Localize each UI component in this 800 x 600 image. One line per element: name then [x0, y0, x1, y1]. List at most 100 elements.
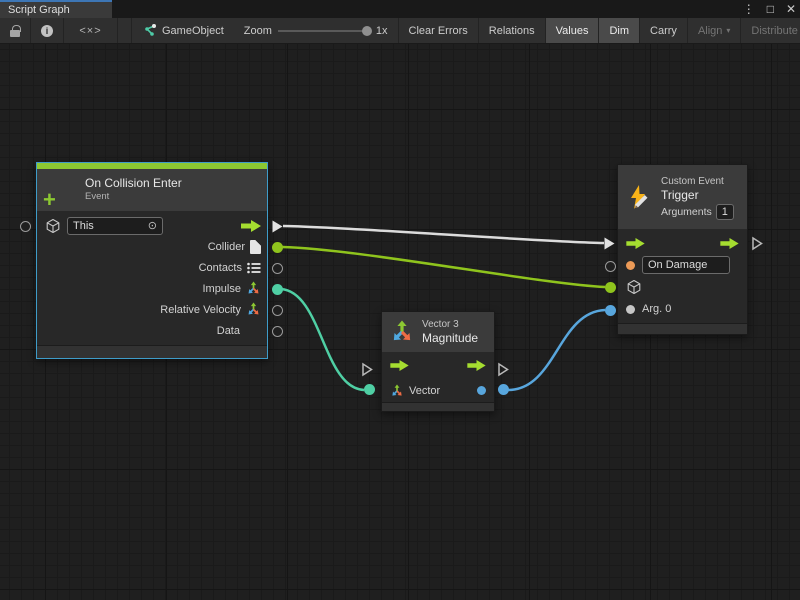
node-category: Custom Event: [661, 175, 734, 188]
node-subtitle: Event: [85, 191, 182, 203]
vector3-icon: [390, 320, 414, 344]
arguments-count-field[interactable]: 1: [716, 204, 734, 220]
port-label-data: Data: [217, 325, 240, 337]
port-flow-out-trigger[interactable]: [751, 236, 764, 251]
wire-collider-to-target[interactable]: [282, 247, 605, 287]
port-collider-out-connected[interactable]: [272, 242, 283, 253]
dim-toggle[interactable]: Dim: [599, 18, 640, 43]
flow-output-arrow-icon: [720, 238, 739, 249]
collision-event-icon: +: [46, 175, 76, 205]
window-controls: ⋮ □ ✕: [743, 0, 796, 18]
port-flow-out-magnitude[interactable]: [497, 362, 510, 377]
maximize-icon[interactable]: □: [767, 3, 774, 15]
node-header: + On Collision Enter Event: [37, 169, 267, 211]
port-name-in[interactable]: [605, 261, 616, 272]
port-label-impulse: Impulse: [202, 283, 241, 295]
port-flow-in-connected[interactable]: [603, 236, 616, 251]
node-footer: [382, 402, 494, 411]
node-trigger-custom-event[interactable]: Custom Event Trigger Arguments 1: [617, 164, 748, 335]
this-field-value: This: [73, 220, 94, 232]
custom-event-icon: [626, 184, 653, 211]
node-title: Magnitude: [422, 331, 478, 346]
wire-impulse-to-vector[interactable]: [281, 289, 364, 390]
node-vector3-magnitude[interactable]: Vector 3 Magnitude: [381, 311, 495, 412]
arguments-label: Arguments: [661, 206, 712, 218]
node-header: Custom Event Trigger Arguments 1: [618, 165, 747, 229]
node-title: Trigger: [661, 188, 734, 203]
graph-owner-label: GameObject: [162, 25, 224, 37]
this-object-field[interactable]: This ⊙: [67, 217, 163, 235]
port-label-arg0: Arg. 0: [642, 303, 671, 315]
gameobject-cube-icon: [626, 279, 642, 295]
wire-flow-collision-to-trigger[interactable]: [283, 226, 604, 243]
collider-icon: [250, 240, 261, 254]
port-contacts-out[interactable]: [272, 263, 283, 274]
graph-icon: [142, 24, 157, 38]
relations-button[interactable]: Relations: [479, 18, 546, 43]
port-label-collider: Collider: [208, 241, 245, 253]
vector3-icon: [246, 281, 261, 296]
port-label-vector: Vector: [409, 385, 440, 397]
vector3-icon: [390, 384, 404, 398]
flow-output-arrow-icon: [467, 360, 486, 371]
graph-owner-button[interactable]: GameObject: [132, 18, 234, 43]
list-icon: [247, 262, 261, 274]
flow-output-arrow-icon: [241, 220, 261, 232]
clear-errors-label: Clear Errors: [409, 25, 468, 37]
relations-label: Relations: [489, 25, 535, 37]
port-impulse-out-connected[interactable]: [272, 284, 283, 295]
carry-label: Carry: [650, 25, 677, 37]
port-target-in-connected[interactable]: [605, 282, 616, 293]
string-port-dot: [626, 261, 635, 270]
carry-toggle[interactable]: Carry: [640, 18, 688, 43]
distribute-dropdown[interactable]: Distribute ▾: [741, 18, 800, 43]
port-flow-out-connected[interactable]: [271, 219, 284, 234]
info-icon: i: [41, 25, 53, 37]
tab-script-graph[interactable]: Script Graph: [0, 0, 112, 18]
node-footer: [618, 323, 747, 334]
values-toggle[interactable]: Values: [546, 18, 600, 43]
menu-icon[interactable]: ⋮: [743, 3, 755, 15]
event-name-value: On Damage: [648, 259, 707, 271]
values-label: Values: [556, 25, 589, 37]
node-title: On Collision Enter: [85, 176, 182, 191]
align-dropdown[interactable]: Align ▾: [688, 18, 741, 43]
code-preview-button[interactable]: <×>: [64, 18, 118, 43]
port-label-contacts: Contacts: [199, 262, 242, 274]
dim-label: Dim: [609, 25, 629, 37]
wire-magnitude-to-arg0[interactable]: [508, 310, 605, 390]
float-output-dot: [477, 386, 486, 395]
port-vector-in-connected[interactable]: [364, 384, 375, 395]
object-picker-icon[interactable]: ⊙: [148, 219, 157, 232]
node-header: Vector 3 Magnitude: [382, 312, 494, 352]
chevron-down-icon: ▾: [726, 26, 730, 35]
zoom-slider[interactable]: [278, 30, 370, 32]
clear-errors-button[interactable]: Clear Errors: [399, 18, 479, 43]
graph-toolbar: i <×> GameObject Zoom 1x Clear Errors Re…: [0, 18, 800, 44]
node-category: Vector 3: [422, 318, 478, 331]
graph-canvas[interactable]: + On Collision Enter Event This ⊙: [0, 44, 800, 600]
zoom-control: Zoom 1x: [234, 18, 399, 43]
inspect-button[interactable]: i: [31, 18, 64, 43]
port-magnitude-out-connected[interactable]: [498, 384, 509, 395]
distribute-label: Distribute: [751, 25, 797, 37]
port-label-relative-velocity: Relative Velocity: [160, 304, 241, 316]
port-flow-in-magnitude[interactable]: [361, 362, 374, 377]
vector3-icon: [246, 302, 261, 317]
port-relative-velocity-out[interactable]: [272, 305, 283, 316]
event-name-field[interactable]: On Damage: [642, 256, 730, 274]
lock-button[interactable]: [0, 18, 31, 43]
port-arg0-in-connected[interactable]: [605, 305, 616, 316]
code-icon: <×>: [79, 25, 101, 37]
flow-input-arrow-icon: [626, 238, 645, 249]
align-label: Align: [698, 25, 722, 37]
lock-icon: [10, 30, 20, 37]
object-port-dot: [626, 305, 635, 314]
node-on-collision-enter[interactable]: + On Collision Enter Event This ⊙: [36, 162, 268, 359]
toolbar-spacer: [118, 18, 132, 43]
close-icon[interactable]: ✕: [786, 3, 796, 15]
port-data-out[interactable]: [272, 326, 283, 337]
port-this-input[interactable]: [20, 221, 31, 232]
tab-label: Script Graph: [8, 4, 70, 16]
zoom-slider-handle[interactable]: [362, 26, 372, 36]
